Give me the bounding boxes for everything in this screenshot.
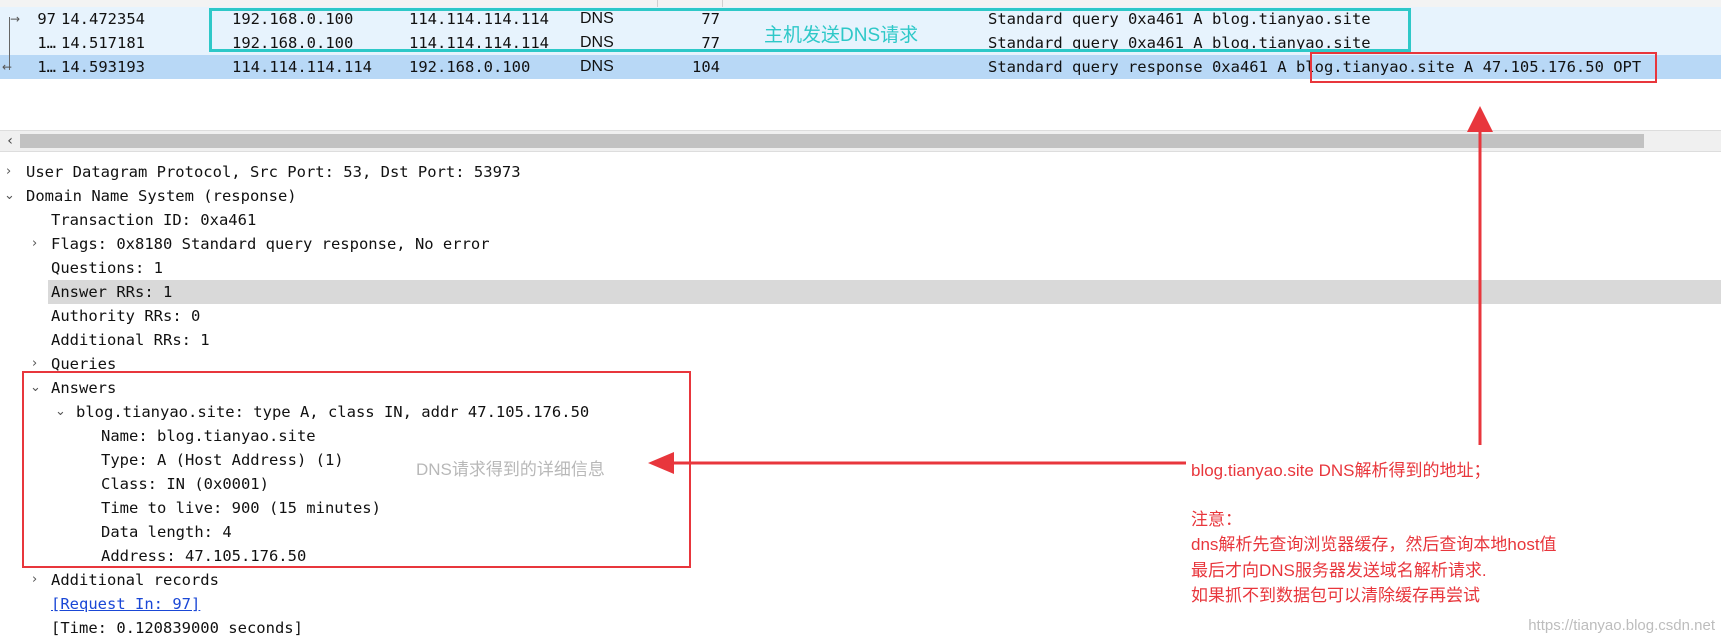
note-line-1: dns解析先查询浏览器缓存，然后查询本地host值	[1191, 535, 1557, 554]
note-line-2: 最后才向DNS服务器发送域名解析请求.	[1191, 561, 1487, 580]
up-arrow-head-icon	[1467, 106, 1493, 132]
watermark: https://tianyao.blog.csdn.net	[1528, 617, 1715, 634]
left-arrow-head-icon	[648, 452, 674, 474]
resolved-address-label: blog.tianyao.site DNS解析得到的地址；	[1191, 461, 1491, 480]
note-title: 注意：	[1191, 510, 1242, 529]
note-line-3: 如果抓不到数据包可以清除缓存再尝试	[1191, 586, 1480, 605]
